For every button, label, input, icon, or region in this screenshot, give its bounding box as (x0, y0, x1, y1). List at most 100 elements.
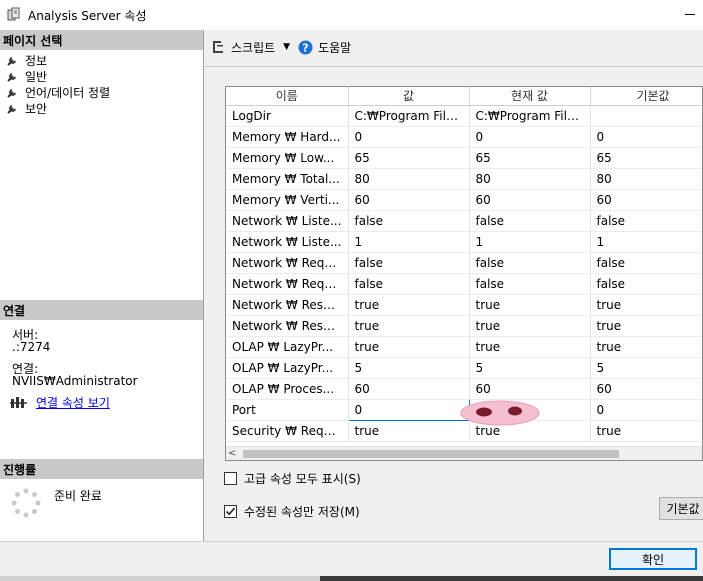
cell-name: Network ₩ Liste... (226, 210, 349, 232)
table-row[interactable]: Network ₩ Resp... true true true (226, 315, 702, 337)
cell-current-value: true (469, 294, 591, 316)
sidebar-item-label: 보안 (25, 101, 48, 116)
connection-value: NVIIS₩Administrator (12, 374, 138, 388)
table-row[interactable]: Network ₩ Requ... false false false (226, 252, 702, 274)
checkmark-icon (225, 507, 236, 516)
server-properties-icon (7, 7, 20, 21)
table-row[interactable]: Network ₩ Liste... false false false (226, 210, 702, 232)
cell-value[interactable]: true (348, 294, 470, 316)
cell-current-value: false (469, 273, 591, 295)
cell-value[interactable]: true (348, 336, 470, 358)
connection-icon (10, 396, 27, 408)
cell-current-value: 5 (469, 357, 591, 379)
cell-name: Network ₩ Requ... (226, 273, 349, 295)
cell-default-value: 1 (590, 231, 702, 253)
cell-current-value: false (469, 252, 591, 274)
wrench-icon (7, 72, 16, 82)
column-header-name[interactable]: 이름 (226, 87, 349, 106)
table-row[interactable]: OLAP ₩ Proces... 60 60 60 (226, 378, 702, 400)
cell-value[interactable]: 1 (348, 231, 470, 253)
cell-name: Network ₩ Requ... (226, 252, 349, 274)
cell-name: OLAP ₩ LazyPr... (226, 336, 349, 358)
cell-default-value: 60 (590, 378, 702, 400)
taskbar-edge (320, 576, 703, 581)
table-row[interactable]: OLAP ₩ LazyPr... 5 5 5 (226, 357, 702, 379)
show-advanced-option[interactable]: 고급 속성 모두 표시(S) (224, 470, 361, 487)
cell-value[interactable]: 60 (348, 378, 470, 400)
table-row[interactable]: Memory ₩ Total... 80 80 80 (226, 168, 702, 190)
cell-current-value: 60 (469, 189, 591, 211)
cell-default-value: true (590, 294, 702, 316)
cell-value[interactable]: 60 (348, 189, 470, 211)
cell-current-value: 80 (469, 168, 591, 190)
horizontal-scrollbar[interactable]: < (226, 446, 702, 460)
bottom-bar (0, 541, 703, 581)
sidebar-item-info[interactable]: 정보 (6, 52, 47, 68)
sidebar-item-label: 정보 (25, 53, 48, 68)
toolbar: 스크립트 ▼ ? 도움말 (210, 37, 359, 57)
cell-default-value: false (590, 252, 702, 274)
connection-header: 연결 (0, 300, 203, 320)
cell-value[interactable]: 0 (348, 126, 470, 148)
cell-current-value: 60 (469, 378, 591, 400)
sidebar-item-security[interactable]: 보안 (6, 100, 47, 116)
help-button[interactable]: ? 도움말 (298, 39, 351, 56)
view-connection-link[interactable]: 연결 속성 보기 (36, 394, 110, 411)
sidebar-item-general[interactable]: 일반 (6, 68, 47, 84)
grid-header-row: 이름 값 현재 값 기본값 (226, 87, 702, 106)
save-modified-label: 수정된 속성만 저장(M) (244, 505, 360, 519)
cell-name: OLAP ₩ LazyPr... (226, 357, 349, 379)
sidebar-item-label: 언어/데이터 정렬 (25, 85, 111, 100)
cell-current-value: 0 (469, 126, 591, 148)
minimize-button[interactable] (685, 14, 695, 15)
cell-value[interactable]: false (348, 252, 470, 274)
cell-value-editor[interactable]: 0 (347, 398, 470, 421)
sidebar-item-collation[interactable]: 언어/데이터 정렬 (6, 84, 110, 100)
table-row[interactable]: Network ₩ Requ... false false false (226, 273, 702, 295)
chevron-down-icon[interactable]: ▼ (283, 42, 290, 52)
save-modified-option[interactable]: 수정된 속성만 저장(M) (224, 503, 360, 520)
scrollbar-thumb[interactable] (243, 450, 619, 458)
ok-button[interactable]: 확인 (609, 548, 697, 570)
cell-value[interactable]: 65 (348, 147, 470, 169)
cell-name: Memory ₩ Verti... (226, 189, 349, 211)
property-table: 이름 값 현재 값 기본값 LogDir C:₩Program File... C:… (226, 87, 702, 442)
cell-current-value: 65 (469, 147, 591, 169)
table-row[interactable]: OLAP ₩ LazyPr... true true true (226, 336, 702, 358)
cell-value[interactable]: true (348, 315, 470, 337)
table-row[interactable]: Network ₩ Resp... true true true (226, 294, 702, 316)
column-header-value[interactable]: 값 (348, 87, 470, 106)
show-advanced-checkbox[interactable] (224, 472, 237, 485)
window-title: Analysis Server 속성 (28, 9, 147, 23)
view-connection-properties[interactable]: 연결 속성 보기 (10, 394, 110, 411)
cell-value[interactable]: true (348, 420, 470, 442)
show-advanced-label: 고급 속성 모두 표시(S) (244, 472, 361, 486)
cell-value[interactable]: 80 (348, 168, 470, 190)
column-header-current-value[interactable]: 현재 값 (469, 87, 591, 106)
table-row[interactable]: Memory ₩ Hard... 0 0 0 (226, 126, 702, 148)
default-values-button[interactable]: 기본값 (659, 497, 703, 520)
table-row[interactable]: Memory ₩ Verti... 60 60 60 (226, 189, 702, 211)
cell-value[interactable]: false (348, 210, 470, 232)
progress-header: 진행률 (0, 459, 203, 479)
cell-current-value: false (469, 210, 591, 232)
toolbar-divider (205, 66, 703, 67)
cell-value[interactable]: C:₩Program File... (348, 105, 470, 127)
left-pane: 페이지 선택 정보 일반 언어/데이터 정렬 보안 연결 서버: .:7274 … (0, 30, 204, 541)
cell-current-value: true (469, 336, 591, 358)
save-modified-checkbox[interactable] (224, 505, 237, 518)
cell-value[interactable]: false (348, 273, 470, 295)
cell-name: Memory ₩ Total... (226, 168, 349, 190)
cell-name: Network ₩ Liste... (226, 231, 349, 253)
cell-name: Memory ₩ Hard... (226, 126, 349, 148)
script-button[interactable]: 스크립트 ▼ (210, 39, 290, 56)
cell-default-value: true (590, 336, 702, 358)
table-row[interactable]: Network ₩ Liste... 1 1 1 (226, 231, 702, 253)
cell-default-value: true (590, 315, 702, 337)
table-row[interactable]: Memory ₩ Low... 65 65 65 (226, 147, 702, 169)
column-header-default-value[interactable]: 기본값 (590, 87, 702, 106)
cell-value[interactable]: 5 (348, 357, 470, 379)
cell-default-value: 60 (590, 189, 702, 211)
scroll-left-icon[interactable]: < (228, 448, 236, 459)
table-row[interactable]: LogDir C:₩Program File... C:₩Program File.… (226, 105, 702, 127)
